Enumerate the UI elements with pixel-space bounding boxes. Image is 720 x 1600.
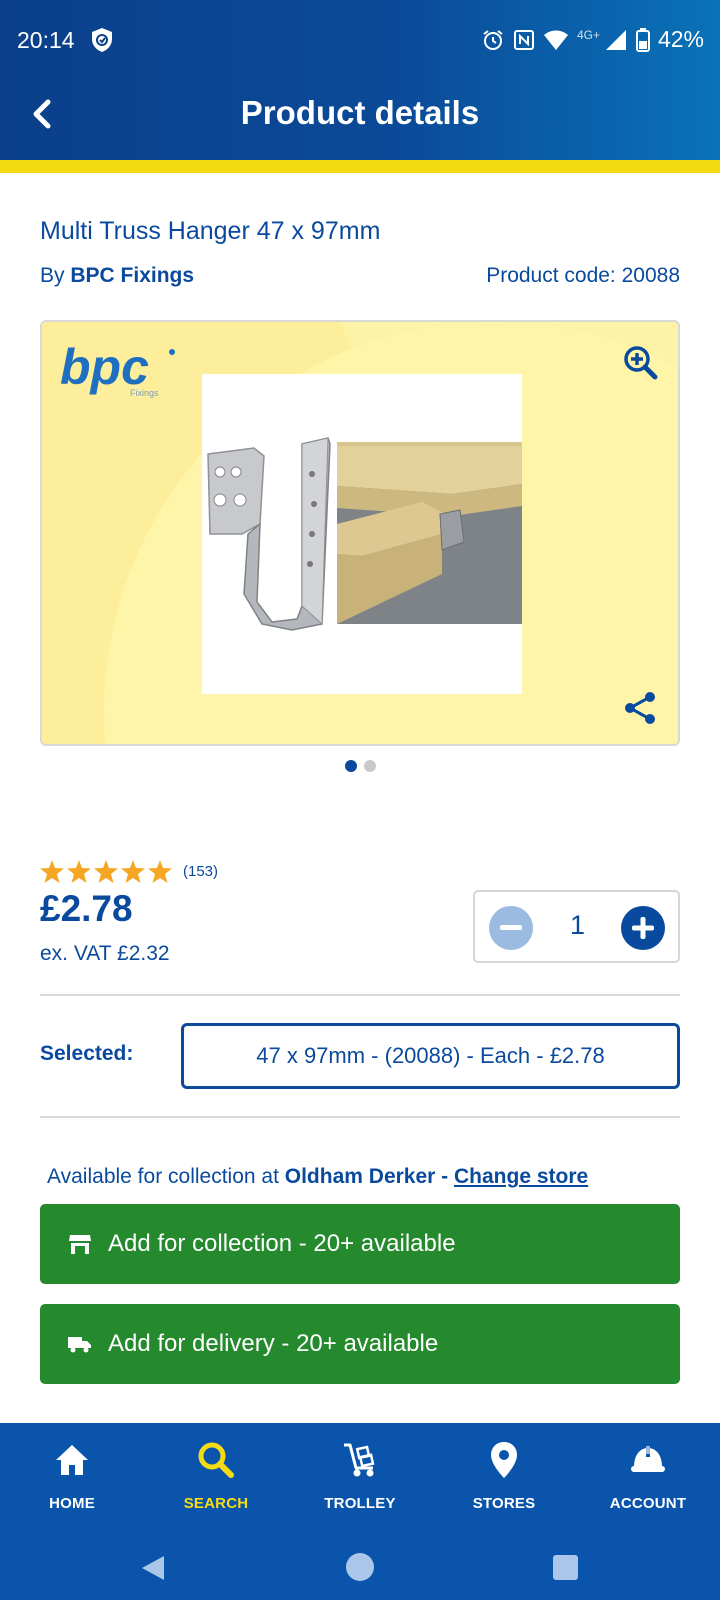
- trolley-icon: [339, 1439, 381, 1481]
- product-name: Multi Truss Hanger 47 x 97mm: [40, 217, 381, 245]
- price-ex-vat: ex. VAT £2.32: [40, 942, 170, 965]
- product-image-carousel[interactable]: bpc Fixings: [40, 320, 680, 746]
- store-name: Oldham Derker -: [284, 1165, 449, 1188]
- product-photo: [202, 374, 522, 694]
- divider: [40, 994, 680, 996]
- wifi-icon: [543, 30, 568, 50]
- brand-prefix: By: [40, 264, 65, 287]
- carousel-dot-active[interactable]: [344, 760, 357, 772]
- system-recents-button[interactable]: [553, 1555, 578, 1580]
- delivery-truck-icon: [68, 1332, 92, 1356]
- status-icons: 4G+ 42%: [481, 26, 704, 53]
- star-icon: [94, 860, 118, 883]
- store-icon: [68, 1232, 92, 1256]
- system-navigation-bar: [0, 1537, 720, 1600]
- alarm-icon: [483, 29, 503, 50]
- nav-label-trolley: TROLLEY: [324, 1495, 396, 1512]
- star-rating[interactable]: (153): [40, 860, 218, 883]
- carousel-dots: [0, 760, 720, 772]
- status-bar: 20:14 4G+ 42%: [0, 0, 720, 82]
- rating-count: (153): [183, 863, 219, 880]
- star-icon: [67, 860, 91, 883]
- nav-item-home[interactable]: HOME: [0, 1423, 144, 1537]
- shield-icon: [92, 28, 112, 52]
- change-store-link[interactable]: Change store: [454, 1165, 588, 1188]
- hard-hat-icon: [627, 1439, 669, 1481]
- nav-item-account[interactable]: ACCOUNT: [576, 1423, 720, 1537]
- product-code: Product code: 20088: [486, 264, 680, 287]
- nav-label-home: HOME: [49, 1495, 95, 1512]
- quantity-stepper: 1: [473, 890, 680, 963]
- system-back-icon[interactable]: [138, 1553, 168, 1583]
- star-icon: [148, 860, 172, 883]
- carousel-dot[interactable]: [363, 760, 376, 772]
- svg-text:bpc: bpc: [60, 340, 149, 395]
- nav-item-search[interactable]: SEARCH: [144, 1423, 288, 1537]
- minus-icon: [500, 925, 522, 930]
- nav-label-stores: STORES: [472, 1495, 536, 1512]
- star-icon: [121, 860, 145, 883]
- quantity-value[interactable]: 1: [535, 910, 620, 941]
- nfc-icon: [513, 29, 534, 50]
- divider: [40, 1116, 680, 1118]
- add-for-collection-button[interactable]: Add for collection - 20+ available: [40, 1204, 680, 1284]
- location-pin-icon: [483, 1439, 525, 1481]
- status-time: 20:14: [17, 27, 75, 53]
- app-header: 20:14 4G+ 42% Product details: [0, 0, 720, 160]
- brand-line: By BPC Fixings: [40, 264, 194, 288]
- battery-icon: [635, 27, 650, 52]
- brand-logo: bpc Fixings: [60, 340, 175, 398]
- system-home-button[interactable]: [346, 1553, 374, 1581]
- bottom-navigation: HOME SEARCH TROLLEY STORES ACCOUNT: [0, 1423, 720, 1537]
- network-type: 4G+: [576, 27, 600, 42]
- decrease-quantity-button[interactable]: [489, 906, 533, 950]
- availability-prefix: Available for collection at: [47, 1165, 279, 1188]
- header-accent-rule: [0, 160, 720, 173]
- price: £2.78: [40, 888, 133, 929]
- share-icon[interactable]: [622, 690, 658, 726]
- battery-percent: 42%: [657, 26, 704, 52]
- svg-text:Fixings: Fixings: [130, 388, 159, 398]
- collection-button-label: Add for collection - 20+ available: [108, 1230, 456, 1257]
- search-icon: [195, 1439, 237, 1481]
- nav-label-account: ACCOUNT: [609, 1495, 687, 1512]
- brand-link[interactable]: BPC Fixings: [70, 264, 194, 287]
- variant-selector[interactable]: 47 x 97mm - (20088) - Each - £2.78: [181, 1023, 680, 1089]
- star-icon: [40, 860, 64, 883]
- availability-text: Available for collection at Oldham Derke…: [47, 1165, 588, 1189]
- increase-quantity-button[interactable]: [621, 906, 665, 950]
- nav-item-trolley[interactable]: TROLLEY: [288, 1423, 432, 1537]
- nav-label-search: SEARCH: [183, 1495, 249, 1512]
- home-icon: [51, 1439, 93, 1481]
- page-title: Product details: [240, 94, 480, 131]
- delivery-button-label: Add for delivery - 20+ available: [108, 1330, 439, 1357]
- selected-label: Selected:: [40, 1042, 134, 1065]
- nav-item-stores[interactable]: STORES: [432, 1423, 576, 1537]
- add-for-delivery-button[interactable]: Add for delivery - 20+ available: [40, 1304, 680, 1384]
- zoom-in-icon[interactable]: [622, 344, 658, 380]
- plus-icon: [632, 917, 654, 939]
- signal-icon: [605, 29, 626, 50]
